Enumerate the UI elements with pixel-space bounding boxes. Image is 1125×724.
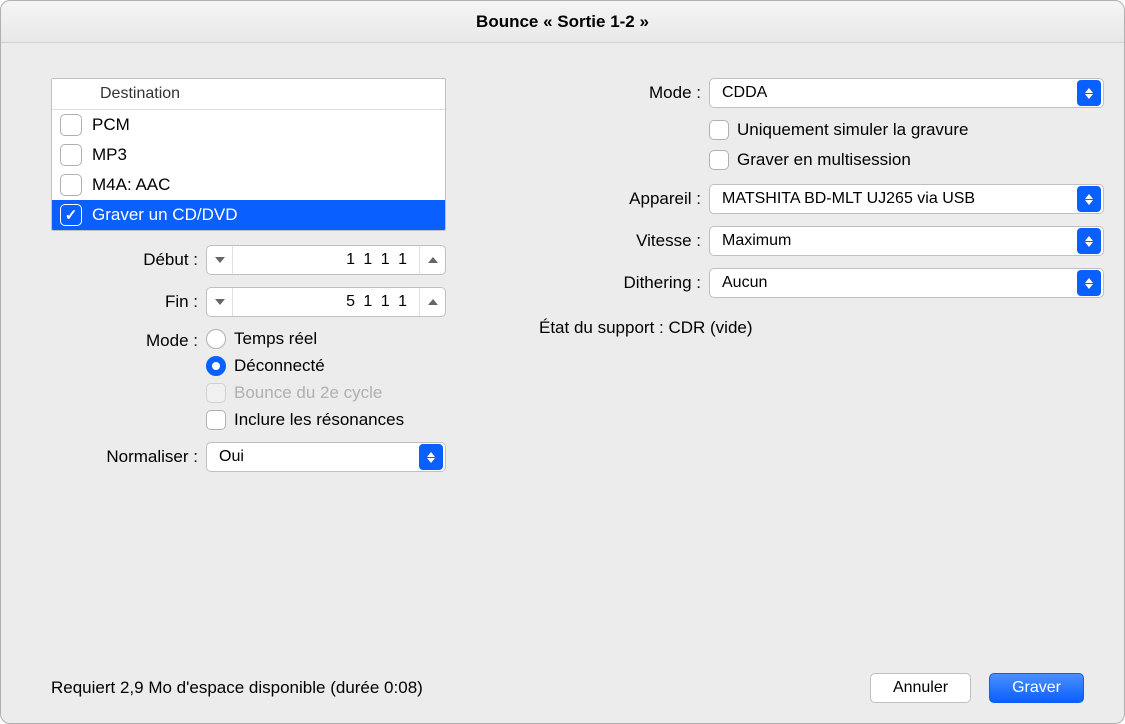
cancel-button[interactable]: Annuler [870,673,971,703]
updown-icon [1077,228,1101,254]
normalize-label: Normaliser : [51,447,206,467]
checkbox-bounce2nd: Bounce du 2e cycle [206,383,404,403]
radio-icon[interactable] [206,356,226,376]
updown-icon [1077,80,1101,106]
dialog-footer: Requiert 2,9 Mo d'espace disponible (dur… [51,673,1084,703]
normalize-row: Normaliser : Oui [51,442,446,472]
updown-icon [1077,186,1101,212]
start-row: Début : 1 1 1 1 [51,245,446,275]
speed-select[interactable]: Maximum [709,226,1104,256]
checkbox-multisession[interactable]: Graver en multisession [709,150,1104,170]
radio-icon[interactable] [206,329,226,349]
start-label: Début : [51,250,206,270]
checkbox-icon[interactable] [206,410,226,430]
mode-row-right: Mode : CDDA [516,78,1104,108]
end-row: Fin : 5 1 1 1 [51,287,446,317]
checkbox-icon[interactable] [709,150,729,170]
mode-label-right: Mode : [516,83,709,103]
checkbox-m4a[interactable] [60,174,82,196]
dither-row: Dithering : Aucun [516,268,1104,298]
device-label: Appareil : [516,189,709,209]
chevron-up-icon[interactable] [419,288,445,316]
end-stepper[interactable]: 5 1 1 1 [206,287,446,317]
device-select[interactable]: MATSHITA BD-MLT UJ265 via USB [709,184,1104,214]
destination-label: Graver un CD/DVD [92,205,237,225]
dialog-content: Destination PCM MP3 M4A: AAC Graver un C… [1,43,1124,723]
checkbox-label: Inclure les résonances [234,410,404,430]
destination-label: M4A: AAC [92,175,170,195]
speed-row: Vitesse : Maximum [516,226,1104,256]
checkbox-pcm[interactable] [60,114,82,136]
radio-realtime[interactable]: Temps réel [206,329,404,349]
device-value: MATSHITA BD-MLT UJ265 via USB [722,190,1077,208]
checkbox-mp3[interactable] [60,144,82,166]
checkbox-simulate[interactable]: Uniquement simuler la gravure [709,120,1104,140]
destination-label: MP3 [92,145,127,165]
burn-button[interactable]: Graver [989,673,1084,703]
device-row: Appareil : MATSHITA BD-MLT UJ265 via USB [516,184,1104,214]
mode-radio-group: Temps réel Déconnecté Bounce du 2e cycle… [206,329,404,430]
destination-header: Destination [52,79,445,110]
checkbox-label: Graver en multisession [737,150,911,170]
destination-row-m4a[interactable]: M4A: AAC [52,170,445,200]
bounce-dialog: Bounce « Sortie 1-2 » Destination PCM MP… [0,0,1125,724]
normalize-select[interactable]: Oui [206,442,446,472]
speed-value: Maximum [722,232,1077,250]
chevron-down-icon[interactable] [207,246,233,274]
checkbox-burn[interactable] [60,204,82,226]
speed-label: Vitesse : [516,231,709,251]
checkbox-icon[interactable] [709,120,729,140]
space-info: Requiert 2,9 Mo d'espace disponible (dur… [51,678,423,698]
mode-row-left: Mode : Temps réel Déconnecté Bounce du 2… [51,329,446,430]
checkbox-label: Uniquement simuler la gravure [737,120,969,140]
dialog-title: Bounce « Sortie 1-2 » [1,1,1124,43]
mode-label-left: Mode : [51,329,206,351]
mode-select[interactable]: CDDA [709,78,1104,108]
left-column: Destination PCM MP3 M4A: AAC Graver un C… [51,78,446,723]
start-stepper[interactable]: 1 1 1 1 [206,245,446,275]
right-column: Mode : CDDA Uniquement simuler la gravur… [516,78,1104,723]
dither-label: Dithering : [516,273,709,293]
dither-select[interactable]: Aucun [709,268,1104,298]
destination-label: PCM [92,115,130,135]
media-status: État du support : CDR (vide) [539,318,1104,338]
destination-table: Destination PCM MP3 M4A: AAC Graver un C… [51,78,446,231]
chevron-down-icon[interactable] [207,288,233,316]
chevron-up-icon[interactable] [419,246,445,274]
radio-label: Déconnecté [234,356,325,376]
radio-label: Temps réel [234,329,317,349]
dither-value: Aucun [722,274,1077,292]
destination-row-mp3[interactable]: MP3 [52,140,445,170]
checkbox-label: Bounce du 2e cycle [234,383,382,403]
checkbox-icon [206,383,226,403]
radio-offline[interactable]: Déconnecté [206,356,404,376]
start-value[interactable]: 1 1 1 1 [233,251,419,269]
normalize-value: Oui [219,448,419,466]
updown-icon [1077,270,1101,296]
checkbox-include-tails[interactable]: Inclure les résonances [206,410,404,430]
destination-row-burn[interactable]: Graver un CD/DVD [52,200,445,230]
destination-row-pcm[interactable]: PCM [52,110,445,140]
end-value[interactable]: 5 1 1 1 [233,293,419,311]
mode-value: CDDA [722,84,1077,102]
end-label: Fin : [51,292,206,312]
footer-buttons: Annuler Graver [870,673,1084,703]
updown-icon [419,444,443,470]
